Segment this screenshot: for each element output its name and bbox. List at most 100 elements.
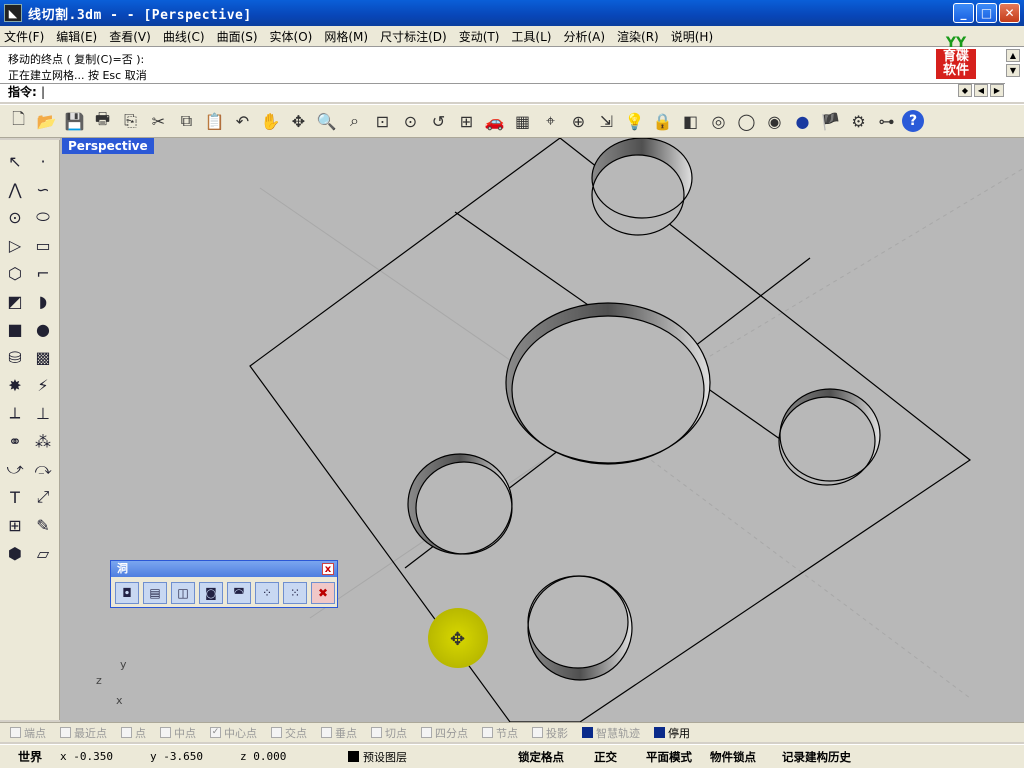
ortho-toggle[interactable]: 正交 [594,749,646,765]
grid-plane-icon[interactable]: ▦ [510,108,535,134]
zoom-window-icon[interactable]: ⌕ [342,108,367,134]
render-sphere-icon[interactable]: ● [790,108,815,134]
command-prompt[interactable]: 指令: | [0,83,1005,101]
move-icon[interactable]: ⇲ [594,108,619,134]
surface-icon[interactable]: ◩ [2,288,28,314]
rhino-app-icon[interactable]: ◣ [4,4,22,22]
osnap-nearest[interactable]: 最近点 [60,725,107,741]
osnap-tangent[interactable]: 切点 [371,725,407,741]
spin-icon[interactable]: ◆ [958,84,972,97]
osnap-perpendicular[interactable]: 垂点 [321,725,357,741]
hole-toolbar-title[interactable]: 洞 x [111,561,337,577]
render-icon[interactable]: 🏴 [818,108,843,134]
curve-icon[interactable]: ∽ [30,176,56,202]
paste-icon[interactable]: 📋 [202,108,227,134]
new-file-icon[interactable]: 🗋 [6,108,31,134]
osnap-icon[interactable]: ⊕ [566,108,591,134]
cylinder-icon[interactable]: ⛁ [2,344,28,370]
print-icon[interactable]: 🖶 [90,108,115,134]
osnap-project[interactable]: 投影 [532,725,568,741]
cut-icon[interactable]: ✂ [146,108,171,134]
circle-icon[interactable]: ⊙ [2,204,28,230]
hole-toolbar-close-button[interactable]: x [322,563,334,575]
osnap-endpoint[interactable]: 端点 [10,725,46,741]
menu-analyze[interactable]: 分析(A) [557,28,611,45]
menu-file[interactable]: 文件(F) [0,28,50,45]
undo-view-icon[interactable]: ↺ [426,108,451,134]
layer-icon[interactable]: ◧ [678,108,703,134]
polyline-icon[interactable]: ⋀ [2,176,28,202]
menu-render[interactable]: 渲染(R) [611,28,665,45]
trim-icon[interactable]: ⚡ [30,372,56,398]
sphere-icon[interactable]: ● [30,316,56,342]
zoom-extents-icon[interactable]: ⊡ [370,108,395,134]
shaded-sphere-icon[interactable]: ◉ [762,108,787,134]
dimension-icon[interactable]: ⊞ [2,512,28,538]
polygon-icon[interactable]: ⬡ [2,260,28,286]
offset-icon[interactable]: ⤼ [30,456,56,482]
ellipse-icon[interactable]: ⬭ [30,204,56,230]
menu-mesh[interactable]: 网格(M) [318,28,374,45]
fillet-curve-icon[interactable]: ⌐ [30,260,56,286]
transform-icon[interactable]: ⤢ [30,484,56,510]
next-arrow-icon[interactable]: ▶ [990,84,1004,97]
minimize-button[interactable]: _ [953,3,974,23]
arc-icon[interactable]: ▷ [2,232,28,258]
array-hole-icon[interactable]: ⁘ [255,582,279,604]
zoom-selected-icon[interactable]: ⊙ [398,108,423,134]
color-wheel-icon[interactable]: ◎ [706,108,731,134]
box-icon[interactable]: ■ [2,316,28,342]
osnap-disable[interactable]: 停用 [654,725,690,741]
text-icon[interactable]: T [2,484,28,510]
osnap-intersection[interactable]: 交点 [271,725,307,741]
menu-view[interactable]: 查看(V) [103,28,157,45]
open-folder-icon[interactable]: 📂 [34,108,59,134]
delete-hole-icon[interactable]: ✖ [311,582,335,604]
maximize-button[interactable]: □ [976,3,997,23]
revolve-hole-icon[interactable]: ◙ [199,582,223,604]
menu-edit[interactable]: 编辑(E) [50,28,103,45]
group-icon[interactable]: ⚭ [2,428,28,454]
edit-icon[interactable]: ✎ [30,512,56,538]
prev-arrow-icon[interactable]: ◀ [974,84,988,97]
round-hole-icon[interactable]: ◫ [171,582,195,604]
solid-tools-icon[interactable]: ⬢ [2,540,28,566]
cplane-world-label[interactable]: 世界 [0,748,60,765]
wireframe-sphere-icon[interactable]: ◯ [734,108,759,134]
osnap-point[interactable]: 点 [121,725,146,741]
close-button[interactable]: ✕ [999,3,1020,23]
place-hole-icon[interactable]: ▤ [143,582,167,604]
split-icon[interactable]: ⟂ [2,400,28,426]
help-icon[interactable]: ? [902,110,924,132]
undo-icon[interactable]: ↶ [230,108,255,134]
cplane-icon[interactable]: ⌖ [538,108,563,134]
point-icon[interactable]: · [30,148,56,174]
save-icon[interactable]: 💾 [62,108,87,134]
hole-toolbar-panel[interactable]: 洞 x ◘ ▤ ◫ ◙ ◚ ⁘ ⁙ ✖ [110,560,338,608]
select-arrow-icon[interactable]: ↖ [2,148,28,174]
current-layer[interactable]: 预设图层 [348,749,518,765]
light-icon[interactable]: 💡 [622,108,647,134]
make-hole-icon[interactable]: ◘ [115,582,139,604]
menu-help[interactable]: 说明(H) [665,28,719,45]
menu-dimension[interactable]: 尺寸标注(D) [374,28,453,45]
options-icon[interactable]: ⚙ [846,108,871,134]
planar-toggle[interactable]: 平面模式 [646,749,710,765]
move-hole-icon[interactable]: ◚ [227,582,251,604]
rotate-view-icon[interactable]: ✥ [286,108,311,134]
scroll-down-icon[interactable]: ▼ [1006,64,1020,77]
boolean-icon[interactable]: ⊥ [30,400,56,426]
menu-solid[interactable]: 实体(O) [264,28,319,45]
scroll-up-icon[interactable]: ▲ [1006,49,1020,62]
drafting-icon[interactable]: ▱ [30,540,56,566]
record-history-toggle[interactable]: 记录建构历史 [782,749,862,765]
four-views-icon[interactable]: ⊞ [454,108,479,134]
zoom-icon[interactable]: 🔍 [314,108,339,134]
polar-array-hole-icon[interactable]: ⁙ [283,582,307,604]
array-icon[interactable]: ⁂ [30,428,56,454]
osnap-toggle[interactable]: 物件锁点 [710,749,782,765]
pan-hand-icon[interactable]: ✋ [258,108,283,134]
osnap-smarttrack[interactable]: 智慧轨迹 [582,725,640,741]
properties-icon[interactable]: ⊶ [874,108,899,134]
osnap-center[interactable]: ✓ 中心点 [210,725,257,741]
